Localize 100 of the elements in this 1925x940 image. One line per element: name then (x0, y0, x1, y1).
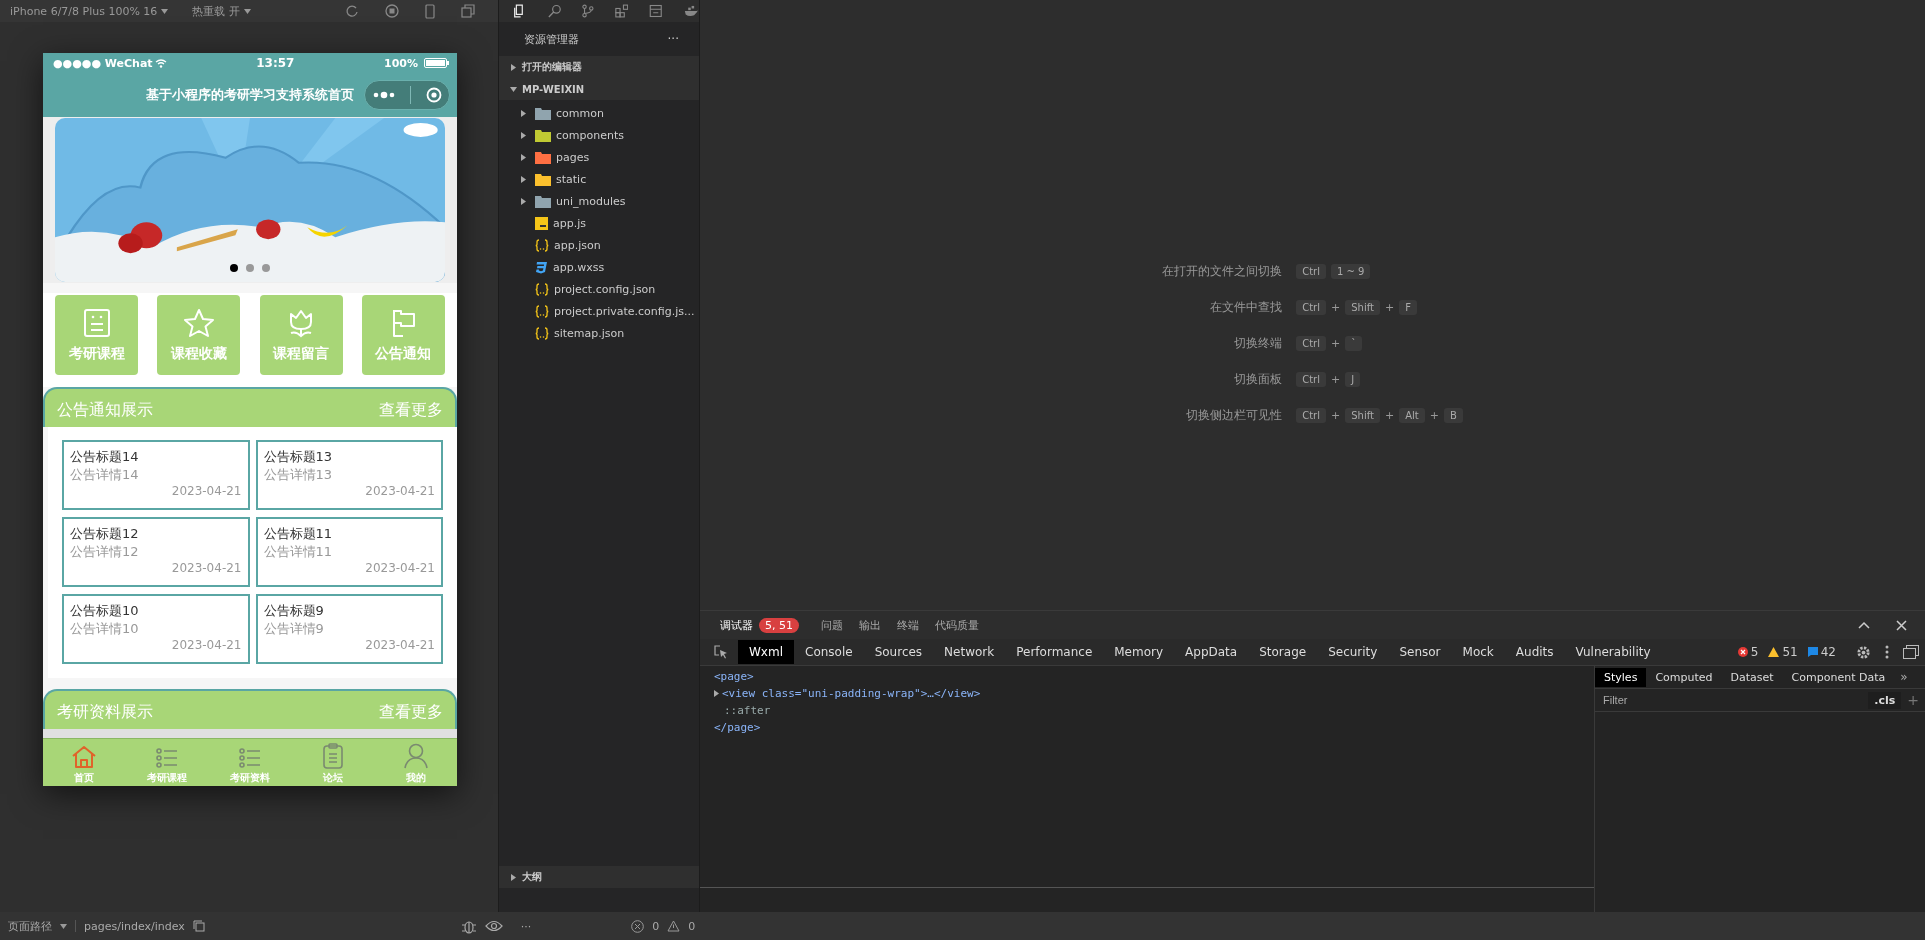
carousel-dot[interactable] (262, 264, 270, 272)
code-line[interactable]: ::after (724, 704, 771, 717)
devtools-tab[interactable]: Memory (1103, 640, 1175, 664)
carousel-dot[interactable] (246, 264, 254, 272)
folder-item[interactable]: components (499, 124, 699, 146)
file-item[interactable]: app.wxss (499, 256, 699, 278)
phone-icon[interactable] (424, 3, 435, 19)
panel-tab[interactable]: 代码质量 (935, 617, 979, 633)
capsule-menu[interactable] (364, 80, 450, 110)
settings-icon[interactable] (1856, 644, 1871, 660)
file-item[interactable]: app.json (499, 234, 699, 256)
carousel-dot[interactable] (230, 264, 238, 272)
notice-card[interactable]: 公告标题10 公告详情10 2023-04-21 (62, 594, 250, 664)
close-icon[interactable] (1896, 619, 1907, 631)
devtools-tab[interactable]: Wxml (738, 640, 794, 664)
styles-tab[interactable]: Dataset (1721, 667, 1783, 687)
cls-toggle[interactable]: .cls (1868, 691, 1902, 709)
notice-card[interactable]: 公告标题14 公告详情14 2023-04-21 (62, 440, 250, 510)
tree-section-header[interactable]: MP-WEIXIN (499, 78, 699, 100)
device-selector[interactable]: iPhone 6/7/8 Plus 100% 16 (10, 4, 158, 18)
extensions-icon[interactable] (614, 3, 629, 19)
panel-icon[interactable] (649, 3, 663, 19)
warning-count: 51 (1782, 645, 1798, 659)
chevron-icon[interactable] (521, 175, 526, 183)
folder-item[interactable]: pages (499, 146, 699, 168)
devtools-tab[interactable]: AppData (1174, 640, 1249, 664)
more-actions-button[interactable]: ··· (667, 32, 679, 46)
stop-icon[interactable] (384, 4, 399, 18)
copy-icon[interactable] (192, 920, 205, 932)
filter-field[interactable]: Filter (1601, 693, 1869, 707)
search-icon[interactable] (547, 3, 561, 19)
panel-tab[interactable]: 调试器 (720, 617, 753, 633)
chevron-icon[interactable] (510, 86, 517, 92)
notice-card[interactable]: 公告标题11 公告详情11 2023-04-21 (255, 517, 443, 587)
keyboard-key: Shift (1345, 300, 1380, 315)
file-item[interactable]: app.js (499, 212, 699, 234)
notice-title: 公告标题11 (263, 525, 334, 543)
styles-tab[interactable]: Computed (1646, 667, 1722, 687)
devtools-tab[interactable]: Vulnerability (1564, 640, 1662, 664)
code-line[interactable]: </page> (714, 721, 761, 734)
devtools-tab[interactable]: Audits (1504, 640, 1565, 664)
devtools-tab[interactable]: Storage (1248, 640, 1318, 664)
notice-title: 公告标题13 (263, 448, 334, 466)
bug-icon[interactable] (460, 918, 477, 934)
notice-title: 公告标题9 (263, 602, 325, 620)
styles-tab[interactable]: Styles (1595, 667, 1647, 687)
chevron-icon[interactable] (521, 153, 526, 161)
window-icon[interactable] (460, 4, 475, 18)
braces-icon (535, 326, 549, 340)
chevron-icon[interactable] (521, 109, 526, 117)
chevron-up-icon[interactable] (1858, 621, 1870, 629)
folder-item[interactable]: common (499, 102, 699, 124)
plus-sign: + (1384, 301, 1395, 314)
file-item[interactable]: sitemap.json (499, 322, 699, 344)
notice-card[interactable]: 公告标题9 公告详情9 2023-04-21 (255, 594, 443, 664)
devtools-tab[interactable]: Performance (1005, 640, 1104, 664)
element-picker-icon[interactable] (714, 645, 728, 659)
file-item[interactable]: project.config.json (499, 278, 699, 300)
kebab-menu-icon[interactable] (1885, 645, 1889, 659)
tree-section-header[interactable]: 大纲 (499, 866, 699, 888)
eye-icon[interactable] (484, 920, 503, 932)
more-icon[interactable] (372, 91, 395, 99)
devtools-tab[interactable]: Sources (863, 640, 934, 664)
styles-tab[interactable]: Component Data (1782, 667, 1895, 687)
chevron-icon[interactable] (511, 63, 516, 71)
more-button[interactable]: ··· (520, 919, 532, 933)
keyboard-key: Ctrl (1296, 300, 1326, 315)
section-title: 公告通知展示 (57, 399, 153, 421)
close-mini-program-icon[interactable] (425, 87, 442, 103)
devtools-tab[interactable]: Network (933, 640, 1006, 664)
chevron-icon[interactable] (521, 131, 526, 139)
page-path-dropdown[interactable]: 页面路径 (8, 918, 52, 934)
folder-item[interactable]: uni_modules (499, 190, 699, 212)
chevron-icon[interactable] (521, 197, 526, 205)
panel-tab[interactable]: 终端 (897, 617, 919, 633)
hot-reload-toggle[interactable]: 热重载 开 (192, 3, 240, 19)
folder-item[interactable]: static (499, 168, 699, 190)
devtools-tab[interactable]: Console (794, 640, 864, 664)
devtools-tab[interactable]: Security (1317, 640, 1389, 664)
code-line[interactable]: <view class="uni-padding-wrap">…</view> (722, 687, 981, 700)
caret-icon[interactable] (161, 8, 169, 14)
caret-icon[interactable] (60, 923, 67, 929)
caret-icon[interactable] (243, 8, 251, 14)
info-count: 42 (1820, 645, 1836, 659)
more-tabs-button[interactable]: » (1900, 670, 1908, 684)
code-line[interactable]: <page> (714, 670, 754, 683)
panel-tab[interactable]: 输出 (859, 617, 881, 633)
expand-arrow-icon[interactable] (714, 690, 719, 697)
tree-section-header[interactable]: 打开的编辑器 (499, 56, 699, 78)
devtools-tab[interactable]: Mock (1451, 640, 1505, 664)
file-item[interactable]: project.private.config.js... (499, 300, 699, 322)
notice-card[interactable]: 公告标题13 公告详情13 2023-04-21 (255, 440, 443, 510)
devtools-tab[interactable]: Sensor (1388, 640, 1452, 664)
branch-icon[interactable] (582, 3, 594, 19)
dock-icon[interactable] (1903, 645, 1919, 659)
chevron-icon[interactable] (511, 873, 516, 881)
panel-tab[interactable]: 问题 (821, 617, 843, 633)
shortcut-label: 切换终端 (1233, 335, 1283, 352)
notice-card[interactable]: 公告标题12 公告详情12 2023-04-21 (62, 517, 250, 587)
refresh-icon[interactable] (344, 4, 359, 18)
